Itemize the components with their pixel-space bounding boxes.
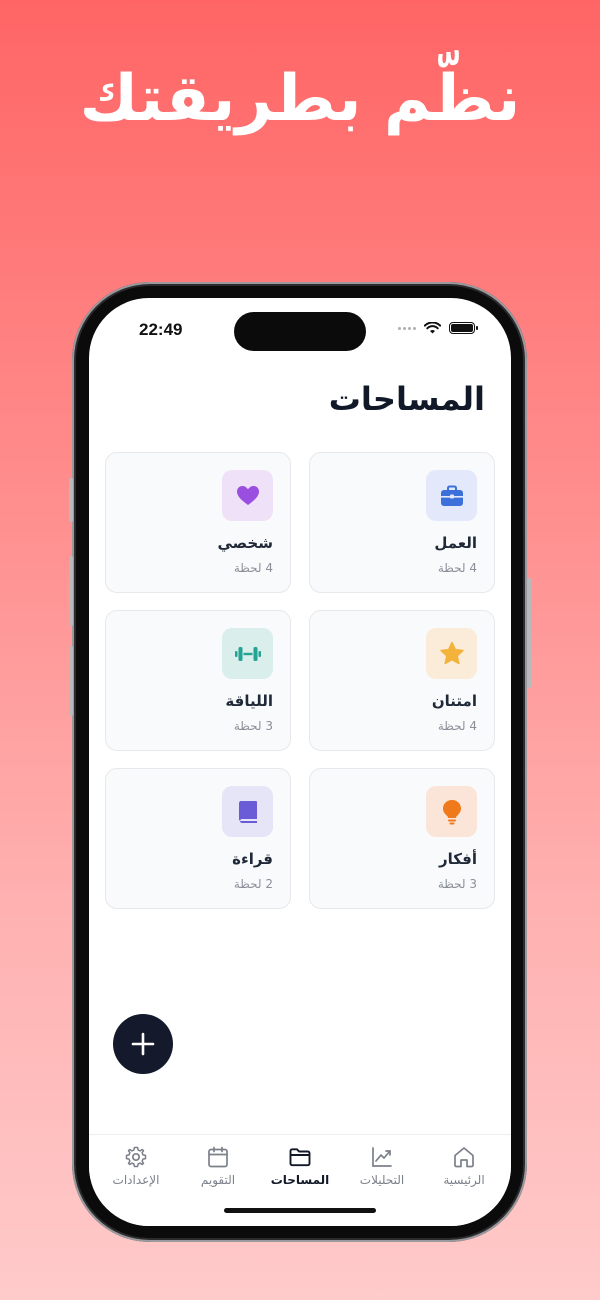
home-icon xyxy=(454,1147,474,1168)
tab-label: التقويم xyxy=(200,1173,236,1187)
signal-dots-icon xyxy=(398,326,416,330)
space-count: 2 لحظة xyxy=(233,877,273,891)
status-time: 22:49 xyxy=(139,320,183,339)
space-count: 4 لحظة xyxy=(233,561,273,575)
space-card-fitness[interactable]: اللياقة 3 لحظة xyxy=(105,610,291,751)
dynamic-island xyxy=(234,312,366,351)
battery-icon xyxy=(449,322,478,334)
tab-label: الرئيسية xyxy=(443,1173,485,1187)
space-count: 4 لحظة xyxy=(437,719,477,733)
lightbulb-icon xyxy=(426,786,477,837)
space-card-gratitude[interactable]: امتنان 4 لحظة xyxy=(309,610,495,751)
home-indicator xyxy=(224,1208,376,1213)
tab-settings[interactable]: الإعدادات xyxy=(96,1135,176,1226)
space-card-work[interactable]: العمل 4 لحظة xyxy=(309,452,495,593)
briefcase-icon xyxy=(426,470,477,521)
add-space-button[interactable] xyxy=(113,1014,173,1074)
tab-label: التحليلات xyxy=(359,1173,405,1187)
spaces-grid: العمل 4 لحظة شخصي 4 لحظة امتنان 4 لحظة ا… xyxy=(105,452,495,909)
dumbbell-icon xyxy=(222,628,273,679)
power-button xyxy=(527,578,531,688)
book-icon xyxy=(222,786,273,837)
space-name: شخصي xyxy=(217,534,273,552)
space-name: اللياقة xyxy=(225,692,273,710)
tab-label: الإعدادات xyxy=(112,1173,160,1187)
volume-down-button xyxy=(69,646,73,716)
space-name: أفكار xyxy=(439,850,477,868)
phone-screen: 22:49 المساحات العمل 4 لحظة شخصي 4 لحظة xyxy=(89,298,511,1226)
page-title: المساحات xyxy=(328,380,485,418)
space-name: امتنان xyxy=(431,692,477,710)
mute-switch xyxy=(69,478,73,522)
plus-icon xyxy=(131,1032,155,1056)
space-count: 3 لحظة xyxy=(233,719,273,733)
space-name: قراءة xyxy=(232,850,273,868)
volume-up-button xyxy=(69,556,73,626)
headline: نظّم بطريقتك xyxy=(79,62,521,136)
space-card-ideas[interactable]: أفكار 3 لحظة xyxy=(309,768,495,909)
gear-icon xyxy=(125,1146,147,1168)
tab-home[interactable]: الرئيسية xyxy=(424,1135,504,1226)
wifi-icon xyxy=(424,322,441,334)
folder-icon xyxy=(289,1148,311,1167)
space-name: العمل xyxy=(434,534,477,552)
status-icons xyxy=(398,322,478,334)
star-icon xyxy=(426,628,477,679)
space-card-reading[interactable]: قراءة 2 لحظة xyxy=(105,768,291,909)
tab-label: المساحات xyxy=(270,1173,330,1187)
space-card-personal[interactable]: شخصي 4 لحظة xyxy=(105,452,291,593)
space-count: 4 لحظة xyxy=(437,561,477,575)
calendar-icon xyxy=(208,1146,228,1168)
chart-icon xyxy=(372,1147,392,1167)
heart-icon xyxy=(222,470,273,521)
space-count: 3 لحظة xyxy=(437,877,477,891)
